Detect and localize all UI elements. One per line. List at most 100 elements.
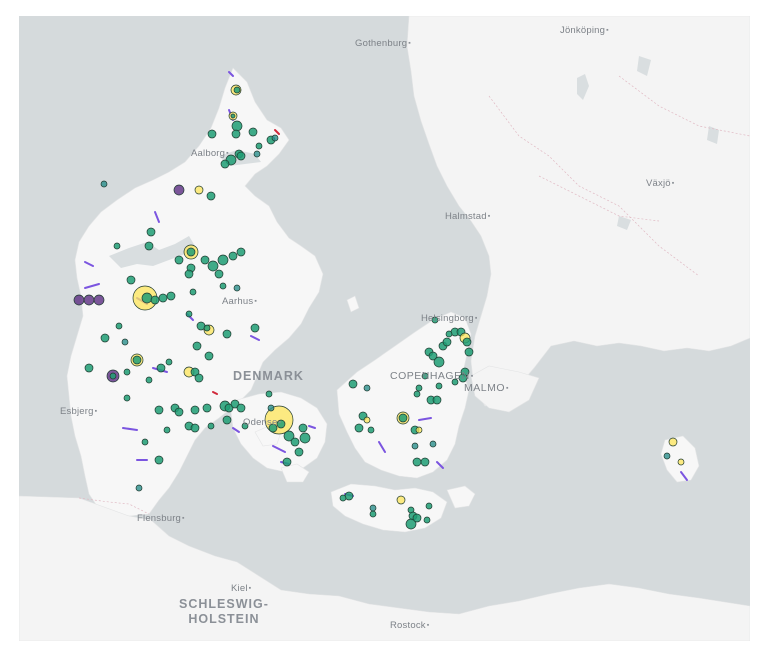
- observation-marker[interactable]: [339, 494, 347, 502]
- observation-marker[interactable]: [412, 457, 422, 467]
- observation-marker[interactable]: [194, 185, 204, 195]
- observation-marker[interactable]: [184, 269, 194, 279]
- observation-marker[interactable]: [222, 415, 232, 425]
- observation-marker[interactable]: [186, 247, 196, 257]
- observation-marker[interactable]: [236, 247, 246, 257]
- observation-marker[interactable]: [207, 260, 219, 272]
- observation-marker[interactable]: [363, 416, 371, 424]
- observation-marker[interactable]: [231, 120, 243, 132]
- observation-marker[interactable]: [202, 403, 212, 413]
- observation-marker[interactable]: [163, 426, 171, 434]
- observation-marker[interactable]: [154, 405, 164, 415]
- observation-marker[interactable]: [146, 227, 156, 237]
- observation-marker[interactable]: [432, 395, 442, 405]
- observation-marker[interactable]: [123, 368, 131, 376]
- observation-marker[interactable]: [189, 288, 197, 296]
- observation-marker[interactable]: [253, 150, 261, 158]
- observation-marker[interactable]: [348, 379, 358, 389]
- observation-marker[interactable]: [228, 251, 238, 261]
- observation-marker[interactable]: [185, 310, 193, 318]
- observation-marker[interactable]: [398, 413, 408, 423]
- observation-marker[interactable]: [230, 113, 236, 119]
- observation-marker[interactable]: [150, 295, 160, 305]
- observation-marker[interactable]: [123, 394, 131, 402]
- observation-marker[interactable]: [231, 129, 241, 139]
- observation-marker[interactable]: [298, 423, 308, 433]
- observation-marker[interactable]: [220, 159, 230, 169]
- observation-marker[interactable]: [154, 455, 164, 465]
- observation-marker[interactable]: [200, 255, 210, 265]
- observation-marker[interactable]: [668, 437, 678, 447]
- observation-marker[interactable]: [413, 390, 421, 398]
- observation-marker[interactable]: [250, 323, 260, 333]
- observation-marker[interactable]: [217, 254, 229, 266]
- observation-marker[interactable]: [425, 502, 433, 510]
- observation-marker[interactable]: [109, 372, 117, 380]
- observation-marker[interactable]: [282, 457, 292, 467]
- observation-marker[interactable]: [462, 337, 472, 347]
- observation-marker[interactable]: [192, 341, 202, 351]
- observation-marker[interactable]: [214, 269, 224, 279]
- observation-marker[interactable]: [363, 384, 371, 392]
- observation-marker[interactable]: [233, 284, 241, 292]
- observation-marker[interactable]: [396, 495, 406, 505]
- observation-marker[interactable]: [100, 180, 108, 188]
- observation-marker[interactable]: [415, 384, 423, 392]
- map-view[interactable]: Gothenburg Jönköping Aalborg Växjö Halms…: [19, 16, 750, 641]
- observation-marker[interactable]: [265, 390, 273, 398]
- observation-marker[interactable]: [204, 351, 214, 361]
- observation-marker[interactable]: [433, 356, 445, 368]
- observation-marker[interactable]: [141, 292, 153, 304]
- observation-marker[interactable]: [219, 282, 227, 290]
- observation-marker[interactable]: [158, 293, 168, 303]
- observation-marker[interactable]: [233, 86, 241, 94]
- observation-marker[interactable]: [135, 484, 143, 492]
- observation-marker[interactable]: [267, 404, 275, 412]
- observation-marker[interactable]: [115, 322, 123, 330]
- observation-marker[interactable]: [144, 241, 154, 251]
- observation-marker[interactable]: [84, 363, 94, 373]
- observation-marker[interactable]: [369, 510, 377, 518]
- observation-marker[interactable]: [255, 142, 263, 150]
- observation-marker[interactable]: [290, 437, 300, 447]
- observation-marker[interactable]: [354, 423, 364, 433]
- observation-marker[interactable]: [166, 291, 176, 301]
- observation-marker[interactable]: [93, 294, 105, 306]
- observation-marker[interactable]: [367, 426, 375, 434]
- observation-marker[interactable]: [222, 329, 232, 339]
- observation-marker[interactable]: [190, 423, 200, 433]
- observation-marker[interactable]: [435, 382, 443, 390]
- observation-marker[interactable]: [132, 355, 142, 365]
- observation-marker[interactable]: [236, 151, 246, 161]
- observation-marker[interactable]: [83, 294, 95, 306]
- observation-marker[interactable]: [190, 405, 200, 415]
- observation-marker[interactable]: [423, 516, 431, 524]
- observation-marker[interactable]: [194, 373, 204, 383]
- observation-marker[interactable]: [236, 403, 246, 413]
- observation-marker[interactable]: [271, 134, 279, 142]
- observation-marker[interactable]: [415, 426, 423, 434]
- observation-marker[interactable]: [411, 442, 419, 450]
- observation-marker[interactable]: [677, 458, 685, 466]
- observation-marker[interactable]: [156, 363, 166, 373]
- observation-marker[interactable]: [663, 452, 671, 460]
- observation-marker[interactable]: [126, 275, 136, 285]
- observation-marker[interactable]: [445, 330, 453, 338]
- observation-marker[interactable]: [442, 337, 452, 347]
- observation-marker[interactable]: [165, 358, 173, 366]
- observation-marker[interactable]: [141, 438, 149, 446]
- observation-marker[interactable]: [207, 422, 215, 430]
- observation-marker[interactable]: [145, 376, 153, 384]
- observation-marker[interactable]: [207, 129, 217, 139]
- observation-marker[interactable]: [248, 127, 258, 137]
- observation-marker[interactable]: [174, 407, 184, 417]
- observation-marker[interactable]: [121, 338, 129, 346]
- observation-marker[interactable]: [412, 513, 422, 523]
- observation-marker[interactable]: [464, 347, 474, 357]
- observation-marker[interactable]: [206, 191, 216, 201]
- observation-marker[interactable]: [203, 324, 211, 332]
- observation-marker[interactable]: [294, 447, 304, 457]
- observation-marker[interactable]: [429, 440, 437, 448]
- observation-marker[interactable]: [100, 333, 110, 343]
- observation-marker[interactable]: [299, 432, 311, 444]
